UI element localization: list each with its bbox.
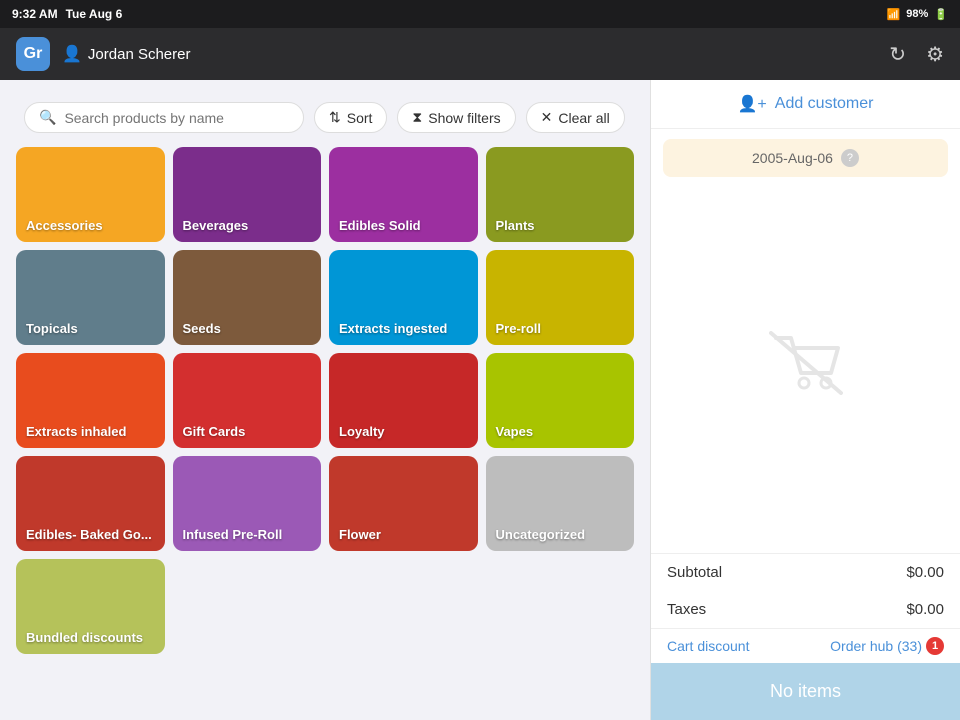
category-label-topicals: Topicals	[26, 321, 78, 337]
toolbar: 🔍 ⇅ Sort ⧗ Show filters ✕ Clear all	[12, 92, 638, 143]
category-label-uncategorized: Uncategorized	[496, 527, 586, 543]
sort-icon: ⇅	[329, 109, 341, 126]
clear-all-label: Clear all	[558, 110, 609, 126]
subtotal-label: Subtotal	[667, 564, 722, 581]
status-right: 📶 98% 🔋	[887, 8, 948, 21]
category-tile-uncategorized[interactable]: Uncategorized	[486, 456, 635, 551]
discount-row: Cart discount Order hub (33) 1	[651, 628, 960, 663]
date-badge: 2005-Aug-06 ?	[663, 139, 948, 177]
empty-cart-icon	[766, 328, 846, 412]
category-tile-topicals[interactable]: Topicals	[16, 250, 165, 345]
clear-all-button[interactable]: ✕ Clear all	[526, 102, 625, 133]
category-label-edibles-solid: Edibles Solid	[339, 218, 421, 234]
user-name: Jordan Scherer	[88, 46, 191, 63]
search-input[interactable]	[64, 110, 289, 126]
no-items-label: No items	[770, 681, 841, 701]
category-tile-infused-pre-roll[interactable]: Infused Pre-Roll	[173, 456, 322, 551]
category-label-extracts-ingested: Extracts ingested	[339, 321, 447, 337]
no-items-button[interactable]: No items	[651, 663, 960, 720]
add-customer-button[interactable]: 👤+ Add customer	[651, 80, 960, 129]
right-footer: Subtotal $0.00 Taxes $0.00 Cart discount…	[651, 553, 960, 720]
header-right: ↻ ⚙	[889, 42, 944, 67]
header: Gr 👤 Jordan Scherer ↻ ⚙	[0, 28, 960, 80]
sort-button[interactable]: ⇅ Sort	[314, 102, 387, 133]
left-panel: 🔍 ⇅ Sort ⧗ Show filters ✕ Clear all Acce…	[0, 80, 650, 720]
taxes-value: $0.00	[906, 601, 944, 618]
user-icon: 👤	[62, 44, 82, 64]
cart-discount-button[interactable]: Cart discount	[667, 638, 749, 654]
search-box[interactable]: 🔍	[24, 102, 304, 133]
category-tile-beverages[interactable]: Beverages	[173, 147, 322, 242]
clear-icon: ✕	[541, 109, 553, 126]
category-label-edibles-baked: Edibles- Baked Go...	[26, 527, 152, 543]
category-grid: Accessories Beverages Edibles Solid Plants T…	[12, 143, 638, 658]
category-label-gift-cards: Gift Cards	[183, 424, 246, 440]
order-hub-badge: 1	[926, 637, 944, 655]
category-label-loyalty: Loyalty	[339, 424, 385, 440]
time: 9:32 AM	[12, 7, 58, 21]
wifi-icon: 📶	[887, 8, 901, 21]
order-hub-label: Order hub (33)	[830, 638, 922, 654]
cart-empty	[651, 187, 960, 553]
category-tile-pre-roll[interactable]: Pre-roll	[486, 250, 635, 345]
category-label-plants: Plants	[496, 218, 535, 234]
category-label-flower: Flower	[339, 527, 381, 543]
category-tile-bundled-discounts[interactable]: Bundled discounts	[16, 559, 165, 654]
category-label-extracts-inhaled: Extracts inhaled	[26, 424, 126, 440]
taxes-row: Taxes $0.00	[651, 591, 960, 628]
subtotal-value: $0.00	[906, 564, 944, 581]
category-tile-extracts-inhaled[interactable]: Extracts inhaled	[16, 353, 165, 448]
category-tile-seeds[interactable]: Seeds	[173, 250, 322, 345]
sort-label: Sort	[347, 110, 373, 126]
category-label-bundled-discounts: Bundled discounts	[26, 630, 143, 646]
show-filters-button[interactable]: ⧗ Show filters	[397, 102, 515, 133]
status-bar: 9:32 AM Tue Aug 6 📶 98% 🔋	[0, 0, 960, 28]
order-hub-button[interactable]: Order hub (33) 1	[830, 637, 944, 655]
status-left: 9:32 AM Tue Aug 6	[12, 7, 122, 21]
subtotal-row: Subtotal $0.00	[651, 554, 960, 591]
battery-icon: 🔋	[934, 8, 948, 21]
category-tile-loyalty[interactable]: Loyalty	[329, 353, 478, 448]
category-label-accessories: Accessories	[26, 218, 103, 234]
add-customer-label: Add customer	[775, 95, 874, 113]
date-value: 2005-Aug-06	[752, 150, 833, 166]
category-tile-accessories[interactable]: Accessories	[16, 147, 165, 242]
main-layout: 🔍 ⇅ Sort ⧗ Show filters ✕ Clear all Acce…	[0, 80, 960, 720]
search-icon: 🔍	[39, 109, 56, 126]
header-left: Gr 👤 Jordan Scherer	[16, 37, 190, 71]
category-tile-flower[interactable]: Flower	[329, 456, 478, 551]
date: Tue Aug 6	[66, 7, 123, 21]
category-tile-edibles-baked[interactable]: Edibles- Baked Go...	[16, 456, 165, 551]
right-panel: 👤+ Add customer 2005-Aug-06 ? Subtotal $…	[650, 80, 960, 720]
app-logo: Gr	[16, 37, 50, 71]
category-tile-edibles-solid[interactable]: Edibles Solid	[329, 147, 478, 242]
taxes-label: Taxes	[667, 601, 706, 618]
show-filters-label: Show filters	[428, 110, 500, 126]
category-tile-vapes[interactable]: Vapes	[486, 353, 635, 448]
filter-icon: ⧗	[412, 109, 422, 126]
category-tile-plants[interactable]: Plants	[486, 147, 635, 242]
refresh-icon[interactable]: ↻	[889, 42, 906, 67]
settings-icon[interactable]: ⚙	[926, 42, 944, 67]
category-tile-extracts-ingested[interactable]: Extracts ingested	[329, 250, 478, 345]
battery: 98%	[906, 8, 928, 20]
user-info: 👤 Jordan Scherer	[62, 44, 190, 64]
category-label-pre-roll: Pre-roll	[496, 321, 542, 337]
add-customer-icon: 👤+	[738, 94, 767, 114]
category-label-seeds: Seeds	[183, 321, 221, 337]
help-icon: ?	[841, 149, 859, 167]
category-tile-gift-cards[interactable]: Gift Cards	[173, 353, 322, 448]
category-label-beverages: Beverages	[183, 218, 249, 234]
category-label-vapes: Vapes	[496, 424, 534, 440]
category-label-infused-pre-roll: Infused Pre-Roll	[183, 527, 283, 543]
